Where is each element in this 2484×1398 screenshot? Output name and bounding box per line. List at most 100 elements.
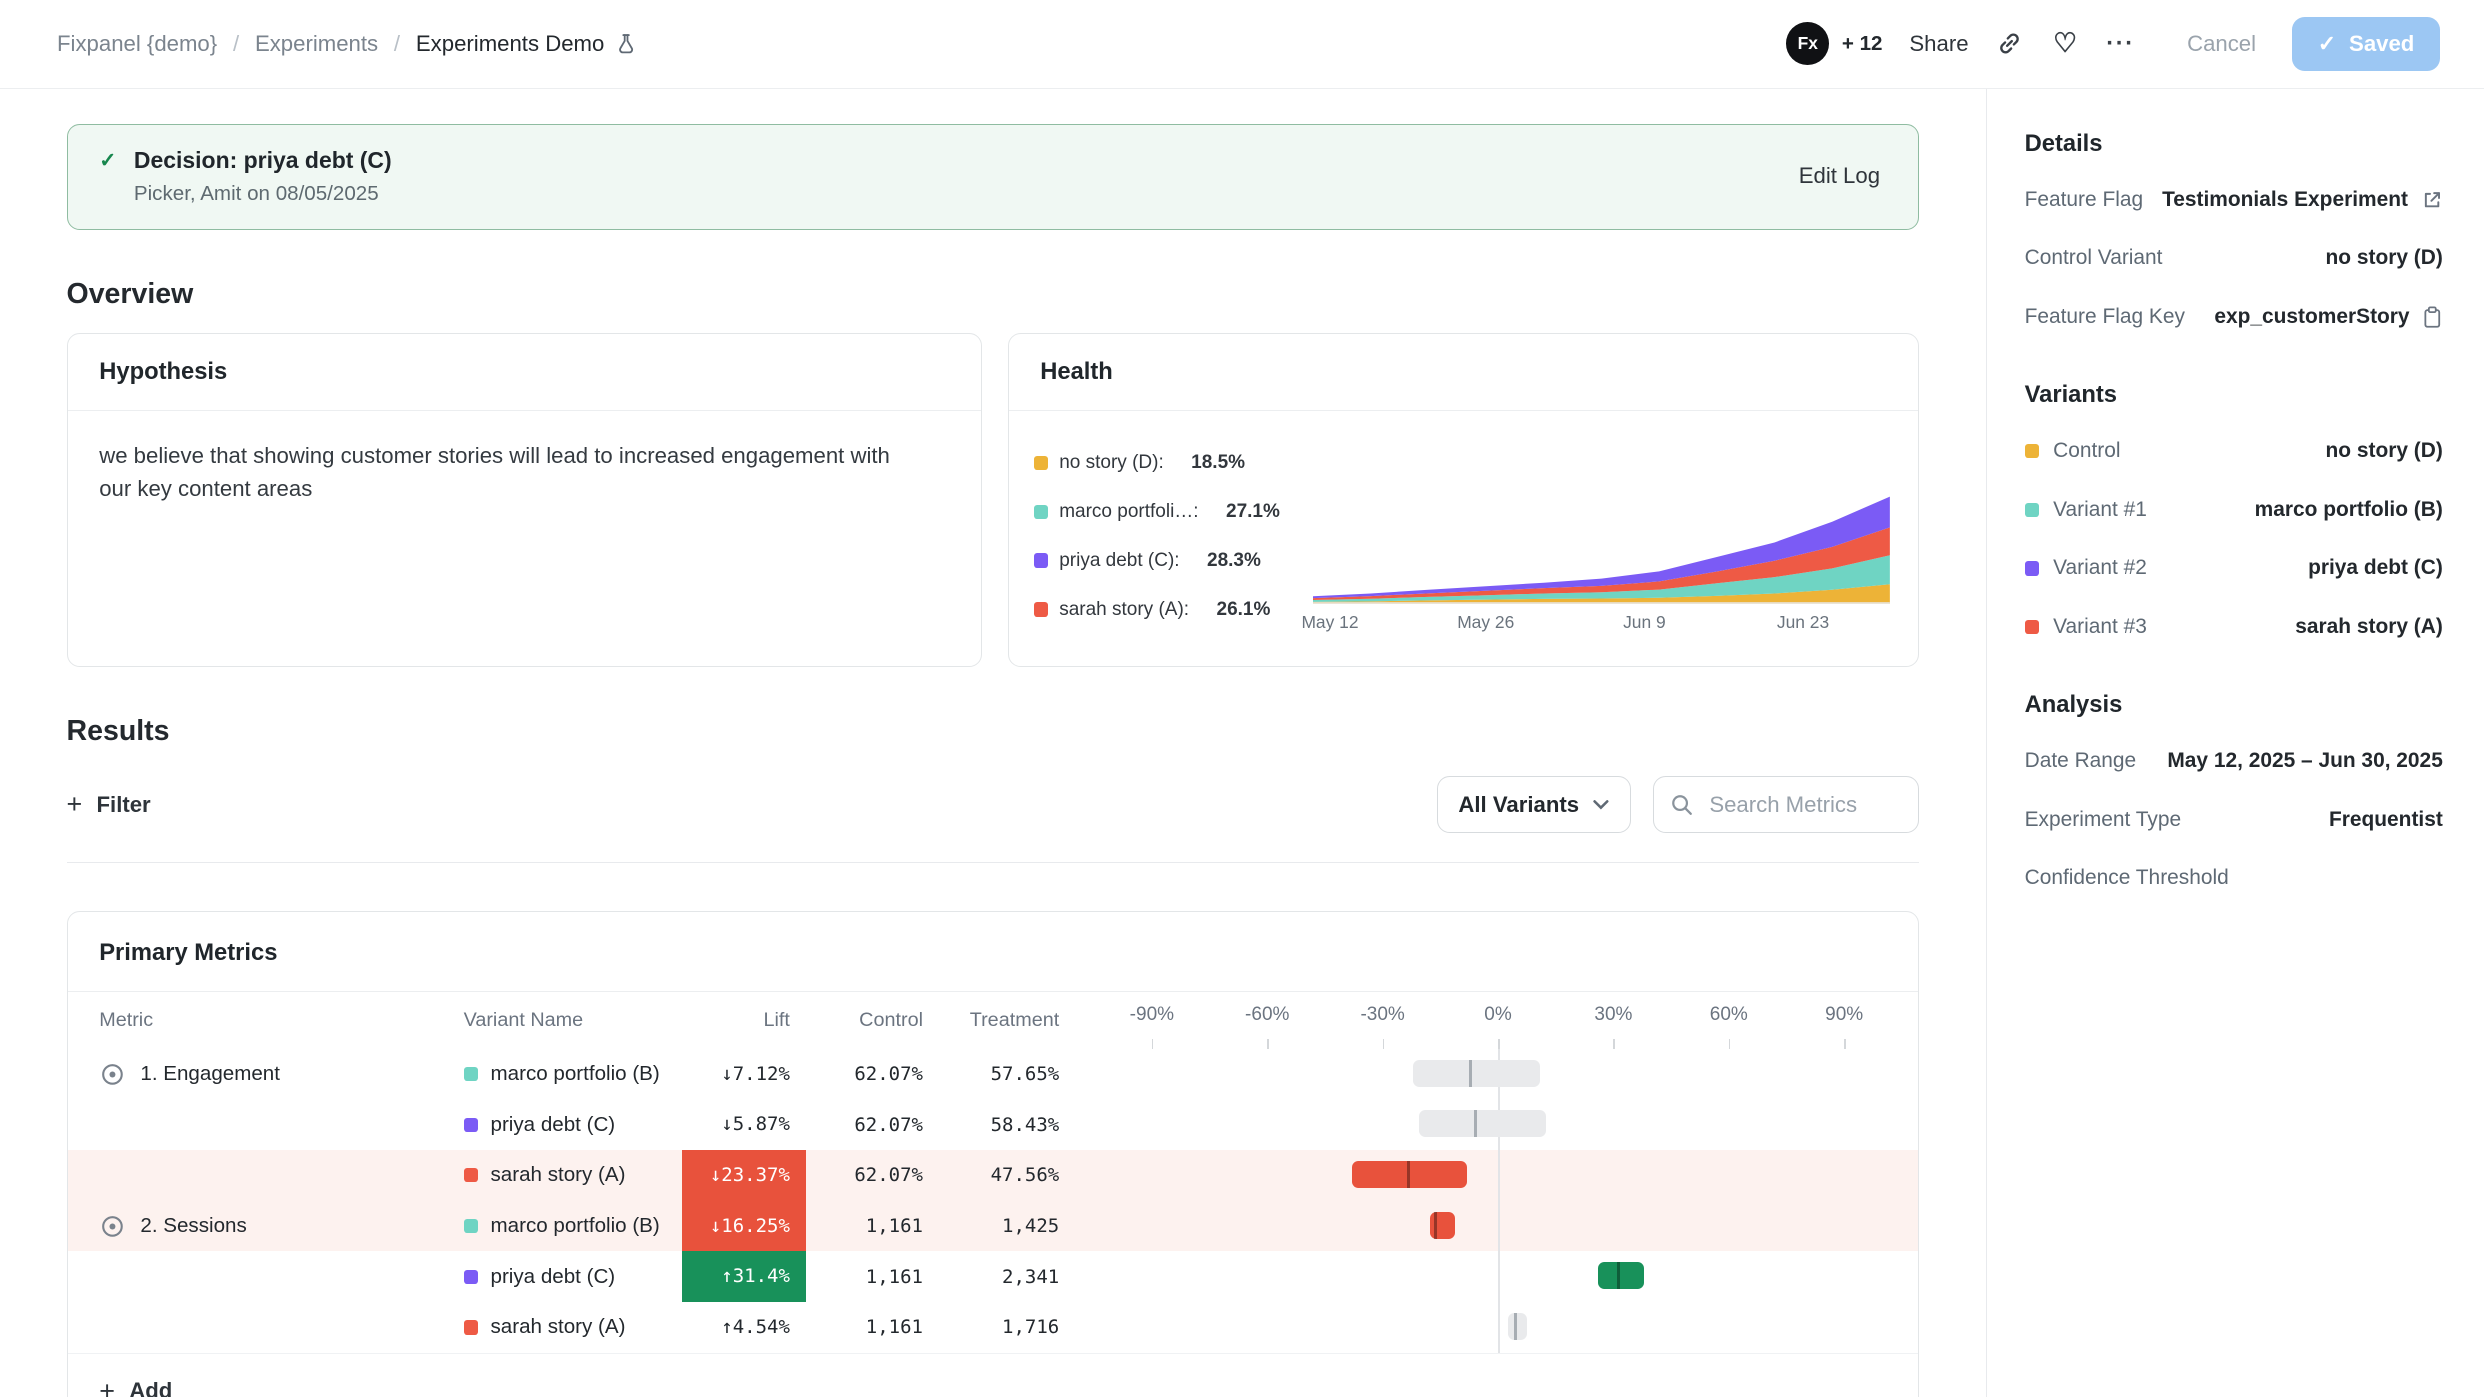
- col-metric: Metric: [68, 1009, 464, 1032]
- plus-icon: +: [99, 1378, 115, 1398]
- clipboard-icon[interactable]: [2422, 306, 2443, 328]
- primary-metrics-card: Primary Metrics Metric Variant Name Lift…: [67, 911, 1920, 1397]
- point-estimate-tick: [1474, 1110, 1477, 1137]
- decision-subtitle: Picker, Amit on 08/05/2025: [134, 182, 392, 206]
- axis-tick-label: 0%: [1484, 1004, 1511, 1026]
- variant-swatch: [464, 1219, 478, 1233]
- treatment-value: 1,425: [939, 1215, 1075, 1237]
- health-legend: no story (D): 18.5% marco portfoli…: 27.…: [1034, 433, 1313, 637]
- add-metric-button[interactable]: + Add: [68, 1353, 1919, 1397]
- variants-dropdown[interactable]: All Variants: [1437, 776, 1631, 833]
- experiments-page: Fixpanel {demo} / Experiments / Experime…: [0, 0, 2484, 1397]
- variant-swatch: [2025, 444, 2039, 458]
- search-icon: [1670, 793, 1694, 817]
- point-estimate-tick: [1434, 1212, 1437, 1239]
- flask-icon: [615, 33, 637, 55]
- check-icon: ✓: [99, 147, 116, 206]
- metrics-search[interactable]: [1653, 776, 1919, 833]
- metric-row[interactable]: priya debt (C) ↑31.4% 1,161 2,341: [68, 1251, 1919, 1302]
- health-x-axis: May 12May 26Jun 9Jun 23: [1313, 612, 1890, 637]
- detail-row-feature-flag: Feature Flag Testimonials Experiment: [2025, 171, 2443, 230]
- metric-row[interactable]: sarah story (A) ↑4.54% 1,161 1,716: [68, 1302, 1919, 1353]
- metric-row[interactable]: 1. Engagement marco portfolio (B) ↓7.12%…: [68, 1049, 1919, 1100]
- cancel-button[interactable]: Cancel: [2187, 31, 2256, 57]
- breadcrumb-project[interactable]: Fixpanel {demo}: [57, 31, 217, 57]
- variant-row: Variant #2 priya debt (C): [2025, 539, 2443, 598]
- primary-metrics-title: Primary Metrics: [68, 912, 1919, 992]
- feature-flag-link[interactable]: Testimonials Experiment: [2162, 188, 2443, 212]
- x-axis-label: May 26: [1457, 612, 1514, 633]
- axis-tick-label: -90%: [1130, 1004, 1174, 1026]
- control-value: 62.07%: [806, 1114, 939, 1136]
- confidence-interval-bar: [1419, 1110, 1546, 1137]
- details-heading: Details: [2025, 130, 2443, 158]
- breadcrumb-experiments[interactable]: Experiments: [255, 31, 378, 57]
- confidence-interval-cell: [1104, 1201, 1919, 1252]
- variant-swatch: [2025, 561, 2039, 575]
- overview-heading: Overview: [67, 278, 1920, 311]
- edit-log-button[interactable]: Edit Log: [1799, 163, 1880, 189]
- goal-target-icon: [99, 1061, 126, 1088]
- analysis-section: Analysis Date Range May 12, 2025 – Jun 3…: [2025, 691, 2443, 908]
- metric-group-label: 1. Engagement: [99, 1061, 463, 1088]
- health-title: Health: [1009, 334, 1919, 411]
- metrics-table-header: Metric Variant Name Lift Control Treatme…: [68, 992, 1919, 1049]
- detail-row-control-variant: Control Variant no story (D): [2025, 229, 2443, 288]
- variant-name: priya debt (C): [491, 1265, 616, 1289]
- axis-tick-label: 60%: [1710, 1004, 1748, 1026]
- metric-row[interactable]: sarah story (A) ↓23.37% 62.07% 47.56%: [68, 1150, 1919, 1201]
- confidence-interval-bar: [1508, 1313, 1527, 1340]
- confidence-interval-cell: [1104, 1251, 1919, 1302]
- legend-item: priya debt (C): 28.3%: [1034, 550, 1313, 572]
- decision-title: Decision: priya debt (C): [134, 147, 392, 174]
- metric-row[interactable]: 2. Sessions marco portfolio (B) ↓16.25% …: [68, 1201, 1919, 1252]
- analysis-heading: Analysis: [2025, 691, 2443, 719]
- avatar[interactable]: Fx: [1786, 22, 1829, 65]
- variant-name: priya debt (C): [491, 1113, 616, 1137]
- collaborator-count[interactable]: + 12: [1842, 32, 1883, 56]
- variants-heading: Variants: [2025, 381, 2443, 409]
- external-link-icon[interactable]: [2421, 189, 2443, 211]
- control-value: 62.07%: [806, 1164, 939, 1186]
- main-content: ✓ Decision: priya debt (C) Picker, Amit …: [0, 89, 1987, 1398]
- ci-axis: -90%-60%-30%0%30%60%90%: [1104, 992, 1919, 1049]
- variant-swatch: [2025, 620, 2039, 634]
- variant-swatch: [464, 1168, 478, 1182]
- hypothesis-body: we believe that showing customer stories…: [68, 411, 955, 535]
- variants-section: Variants Control no story (D) Variant #1…: [2025, 381, 2443, 656]
- saved-button[interactable]: ✓ Saved: [2292, 17, 2439, 71]
- search-input[interactable]: [1706, 790, 1902, 819]
- variant-row: Control no story (D): [2025, 422, 2443, 481]
- metric-row[interactable]: priya debt (C) ↓5.87% 62.07% 58.43%: [68, 1099, 1919, 1150]
- treatment-value: 2,341: [939, 1266, 1075, 1288]
- results-heading: Results: [67, 715, 1920, 748]
- metric-group-label: 2. Sessions: [99, 1213, 463, 1240]
- x-axis-label: Jun 23: [1777, 612, 1829, 633]
- col-treatment: Treatment: [939, 1009, 1075, 1032]
- col-control: Control: [806, 1009, 939, 1032]
- point-estimate-tick: [1469, 1060, 1472, 1087]
- divider: [67, 862, 1920, 864]
- confidence-interval-cell: [1104, 1150, 1919, 1201]
- analysis-row-experiment-type: Experiment Type Frequentist: [2025, 790, 2443, 849]
- legend-item: sarah story (A): 26.1%: [1034, 599, 1313, 621]
- variant-row: Variant #3 sarah story (A): [2025, 598, 2443, 657]
- axis-tick-label: -60%: [1245, 1004, 1289, 1026]
- favorite-icon[interactable]: ♡: [2051, 30, 2080, 59]
- variant-swatch: [464, 1270, 478, 1284]
- control-value: 1,161: [806, 1215, 939, 1237]
- axis-tick-label: 90%: [1825, 1004, 1863, 1026]
- confidence-interval-bar: [1352, 1161, 1467, 1188]
- col-lift: Lift: [682, 1009, 806, 1032]
- add-filter-button[interactable]: + Filter: [67, 791, 151, 818]
- confidence-interval-cell: [1104, 1049, 1919, 1100]
- confidence-interval-bar: [1413, 1060, 1540, 1087]
- zero-gridline: [1498, 1302, 1500, 1353]
- plus-icon: +: [67, 791, 83, 818]
- more-options-icon[interactable]: ···: [2106, 30, 2135, 59]
- share-button[interactable]: Share: [1909, 31, 1968, 57]
- zero-gridline: [1498, 1251, 1500, 1302]
- copy-link-icon[interactable]: [1995, 30, 2024, 59]
- treatment-value: 57.65%: [939, 1063, 1075, 1085]
- results-toolbar: + Filter All Variants: [67, 776, 1920, 833]
